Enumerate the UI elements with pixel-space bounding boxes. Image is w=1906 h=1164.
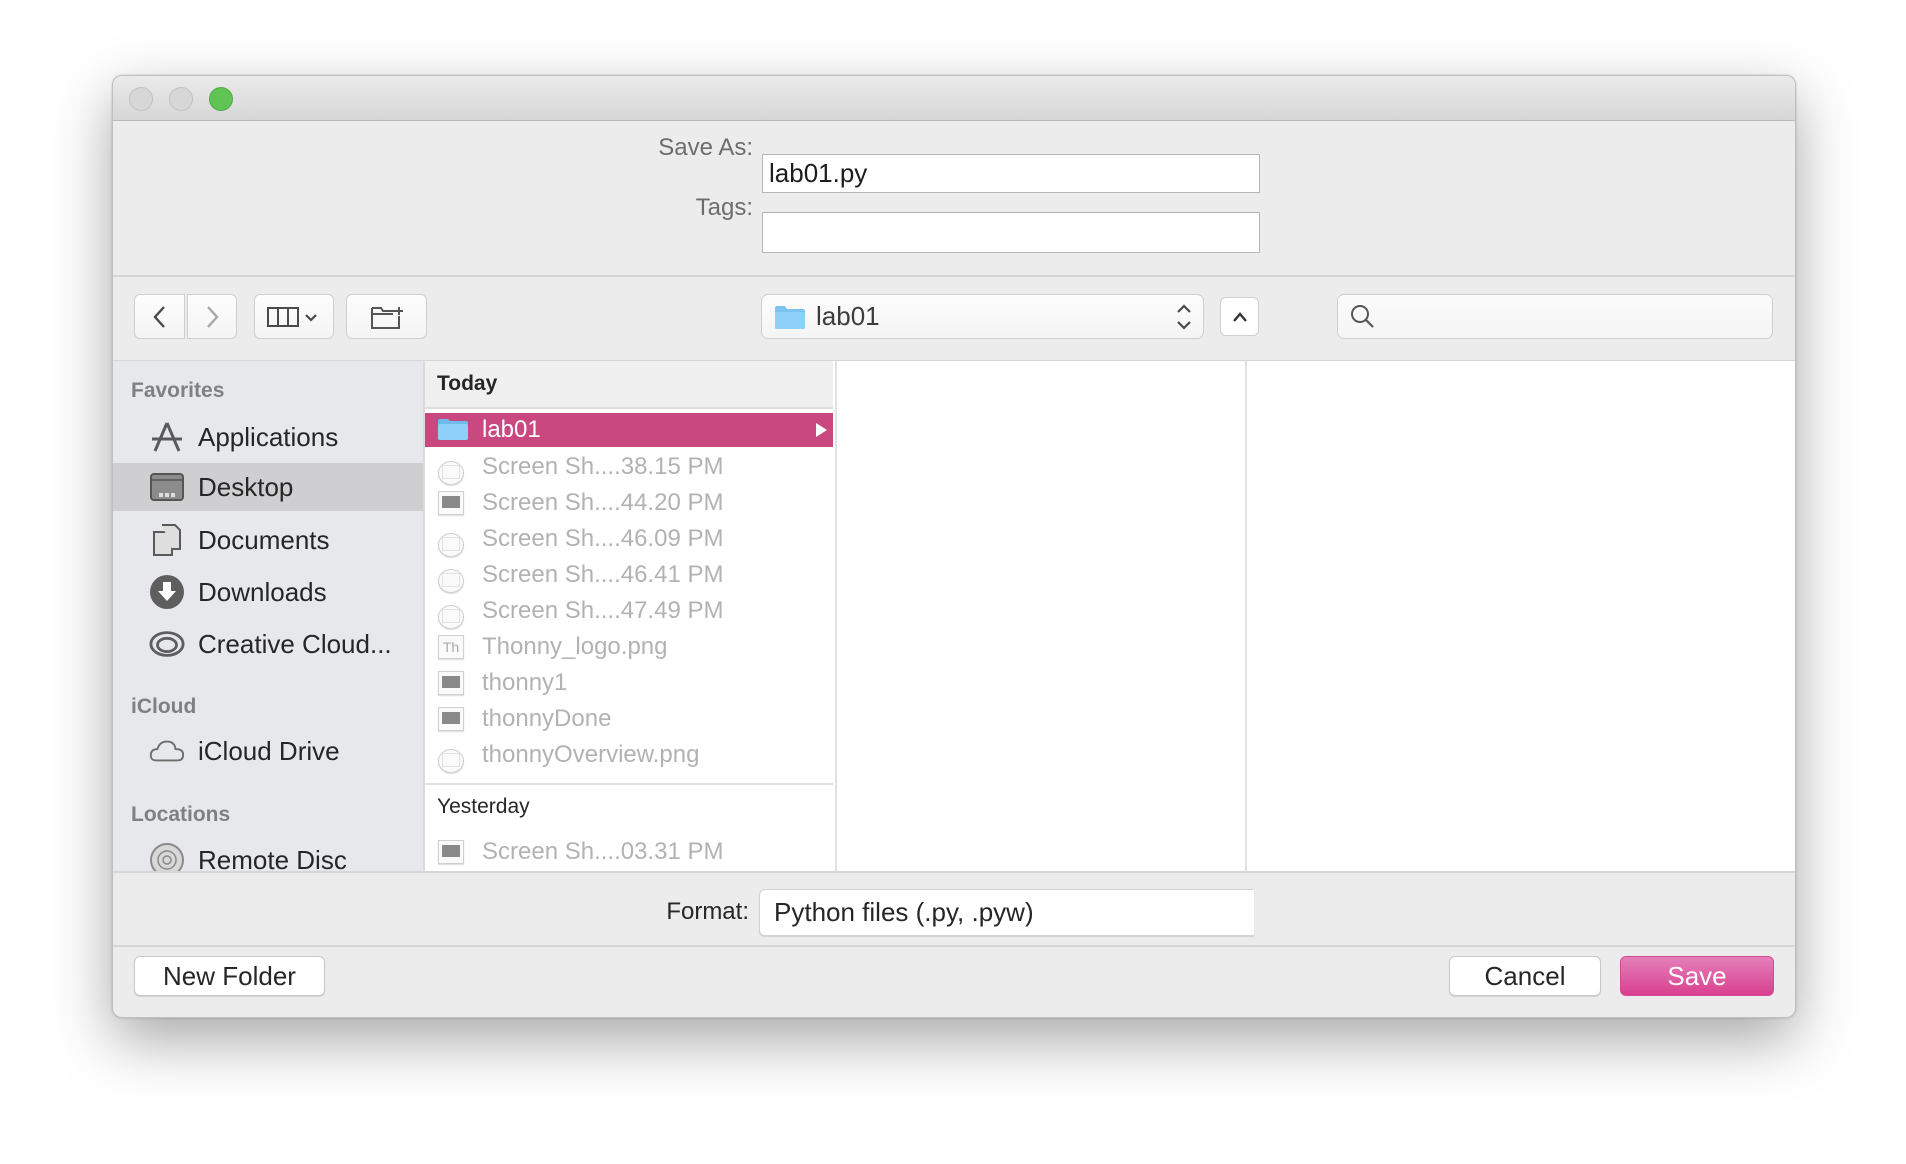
save-button[interactable]: Save <box>1620 956 1774 996</box>
sidebar: Favorites Applications Desktop Documents <box>113 361 425 871</box>
save-dialog: Save As: lab01.py Tags: lab01 Favorites … <box>112 75 1796 1018</box>
file-name: lab01 <box>482 416 541 443</box>
file-row-lab01[interactable]: lab01 <box>425 413 833 447</box>
chevron-right-icon <box>207 305 219 328</box>
image-file-icon <box>438 605 464 629</box>
file-row[interactable]: Screen Sh....38.15 PM <box>425 450 833 485</box>
up-down-arrows-icon <box>1177 304 1191 330</box>
minimize-button[interactable] <box>169 87 193 111</box>
sidebar-item-remote-disc[interactable]: Remote Disc <box>113 836 423 871</box>
save-as-input[interactable]: lab01.py <box>762 154 1260 193</box>
new-folder-button[interactable]: New Folder <box>134 956 325 996</box>
sidebar-item-downloads[interactable]: Downloads <box>113 568 423 616</box>
file-row[interactable]: Screen Sh....47.49 PM <box>425 594 833 629</box>
title-bar <box>113 76 1795 121</box>
file-name: Screen Sh....46.09 PM <box>482 525 724 552</box>
file-row[interactable]: Screen Sh....46.09 PM <box>425 522 833 557</box>
image-file-icon: Th <box>438 635 464 659</box>
view-mode-button[interactable] <box>254 294 334 339</box>
cancel-button[interactable]: Cancel <box>1449 956 1601 996</box>
file-name: Thonny_logo.png <box>482 633 668 660</box>
file-row[interactable]: Screen Sh....46.41 PM <box>425 558 833 593</box>
sidebar-item-applications[interactable]: Applications <box>113 413 423 461</box>
file-name: Screen Sh....46.41 PM <box>482 561 724 588</box>
save-as-label: Save As: <box>658 134 753 161</box>
header-divider <box>113 275 1795 277</box>
creative-cloud-icon <box>149 626 185 662</box>
image-file-icon <box>438 569 464 593</box>
documents-icon <box>149 522 185 558</box>
folder-icon <box>438 419 468 440</box>
sidebar-item-label: Documents <box>198 524 330 555</box>
file-name: Screen Sh....44.20 PM <box>482 489 724 516</box>
sidebar-item-label: Desktop <box>198 471 294 502</box>
image-file-icon <box>438 491 464 515</box>
sidebar-item-label: Applications <box>198 421 339 452</box>
file-browser: Favorites Applications Desktop Documents <box>113 360 1795 873</box>
cloud-icon <box>149 733 185 769</box>
desktop-icon <box>149 469 185 505</box>
disc-icon <box>149 842 185 871</box>
chevron-up-icon <box>1232 311 1247 322</box>
sidebar-group-favorites: Favorites <box>131 379 225 402</box>
group-header-yesterday: Yesterday <box>437 795 530 818</box>
downloads-icon <box>149 574 185 610</box>
sidebar-item-documents[interactable]: Documents <box>113 516 423 564</box>
file-column: Today lab01 Screen Sh....38.15 PM Screen… <box>425 361 833 871</box>
location-label: lab01 <box>816 301 880 331</box>
new-folder-toolbar-button[interactable] <box>346 294 427 339</box>
column-view-icon <box>267 306 317 327</box>
back-button[interactable] <box>134 294 185 339</box>
sidebar-item-label: Creative Cloud... <box>198 628 392 659</box>
image-file-icon <box>438 461 464 485</box>
file-column-empty <box>835 361 1245 871</box>
applications-icon <box>149 419 185 455</box>
file-row[interactable]: Screen Sh....44.20 PM <box>425 486 833 520</box>
image-file-icon <box>438 671 464 695</box>
sidebar-item-icloud-drive[interactable]: iCloud Drive <box>113 727 423 775</box>
image-file-icon <box>438 840 464 864</box>
tags-input[interactable] <box>762 212 1260 253</box>
forward-button[interactable] <box>187 294 237 339</box>
sidebar-item-creative-cloud[interactable]: Creative Cloud... <box>113 620 423 668</box>
image-file-icon <box>438 749 464 773</box>
location-popup[interactable]: lab01 <box>761 294 1204 339</box>
sidebar-item-label: Remote Disc <box>198 844 347 872</box>
file-name: Screen Sh....38.15 PM <box>482 453 724 480</box>
image-file-icon <box>438 707 464 731</box>
folder-plus-icon <box>370 306 403 329</box>
parent-folder-button[interactable] <box>1220 297 1259 336</box>
file-row[interactable]: thonnyOverview.png <box>425 738 833 773</box>
footer-divider <box>113 945 1795 947</box>
file-row[interactable]: Screen Sh....03.31 PM <box>425 835 833 869</box>
folder-icon <box>775 305 805 329</box>
disclosure-arrow-icon <box>816 423 827 437</box>
sidebar-item-desktop[interactable]: Desktop <box>113 463 423 511</box>
file-row[interactable]: thonny1 <box>425 666 833 700</box>
file-name: thonnyDone <box>482 705 612 732</box>
image-file-icon <box>438 533 464 557</box>
file-name: thonnyOverview.png <box>482 741 700 768</box>
close-button[interactable] <box>129 87 153 111</box>
tags-label: Tags: <box>695 194 753 221</box>
search-icon <box>1351 305 1374 328</box>
file-row[interactable]: Th Thonny_logo.png <box>425 630 833 664</box>
sidebar-group-locations: Locations <box>131 803 231 826</box>
format-label: Format: <box>666 898 749 925</box>
preview-column <box>1245 361 1795 871</box>
file-name: thonny1 <box>482 669 568 696</box>
chevron-left-icon <box>152 305 165 328</box>
sidebar-item-label: Downloads <box>198 576 327 607</box>
file-row[interactable]: thonnyDone <box>425 702 833 736</box>
format-dropdown[interactable]: Python files (.py, .pyw) <box>759 889 1254 936</box>
group-divider <box>425 783 833 785</box>
file-name: Screen Sh....03.31 PM <box>482 838 724 865</box>
zoom-button[interactable] <box>209 87 233 111</box>
file-name: Screen Sh....47.49 PM <box>482 597 724 624</box>
search-field[interactable] <box>1337 294 1773 339</box>
group-header-today: Today <box>425 361 833 409</box>
sidebar-item-label: iCloud Drive <box>198 735 340 766</box>
sidebar-group-icloud: iCloud <box>131 695 197 718</box>
